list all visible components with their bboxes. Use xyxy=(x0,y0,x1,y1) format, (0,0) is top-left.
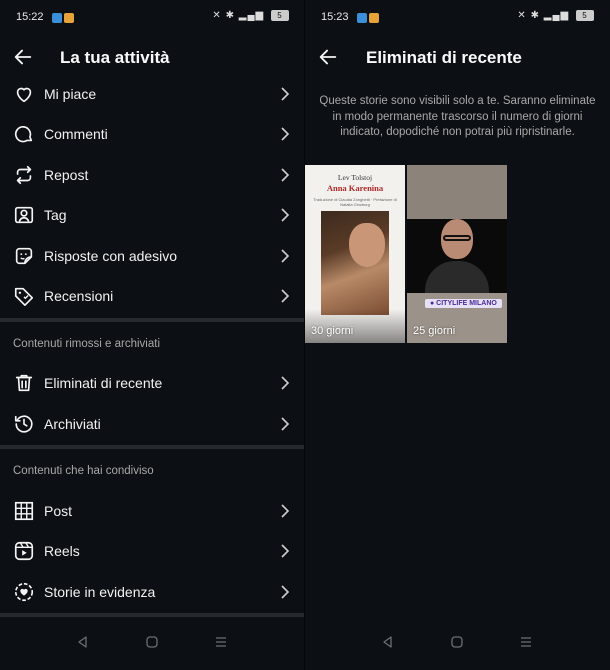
system-icons: ✕ ✱ ▂▄▆ 5 xyxy=(517,10,594,21)
chevron-right-icon xyxy=(281,585,290,599)
page-title: Eliminati di recente xyxy=(366,48,522,67)
app-notification-icon xyxy=(64,13,74,24)
nav-menu-icon[interactable] xyxy=(213,634,229,650)
highlights-icon xyxy=(14,582,34,602)
chevron-right-icon xyxy=(281,417,290,431)
chevron-right-icon xyxy=(281,504,290,518)
chevron-right-icon xyxy=(281,249,290,263)
menu-item-label: Post xyxy=(44,503,73,519)
repost-icon xyxy=(16,165,32,185)
nav-home-icon[interactable] xyxy=(449,634,465,650)
activity-screen: 15:22 ✕ ✱ ▂▄▆ 5 La tua attività Mi piace… xyxy=(0,0,305,670)
system-nav-bar xyxy=(0,618,305,670)
mute-icon: ✕ xyxy=(517,10,527,22)
notification-icons xyxy=(52,12,76,24)
chevron-right-icon xyxy=(281,289,290,303)
status-bar: 15:23 ✕ ✱ ▂▄▆ 5 xyxy=(321,10,594,26)
menu-item-label: Eliminati di recente xyxy=(44,375,163,391)
chevron-right-icon xyxy=(281,168,290,182)
menu-item-sticker-replies[interactable]: Risposte con adesivo xyxy=(0,237,305,277)
signal-icon: ▂▄▆ xyxy=(543,10,570,22)
menu-item-label: Reels xyxy=(44,543,80,559)
chevron-right-icon xyxy=(281,87,290,101)
book-title: Anna Karenina xyxy=(326,183,384,193)
heart-icon xyxy=(16,87,32,103)
menu-item-label: Tag xyxy=(44,207,67,223)
grid-icon xyxy=(14,501,34,521)
menu-item-label: Archiviati xyxy=(44,416,101,432)
comment-icon xyxy=(14,126,33,143)
menu-item-reels[interactable]: Reels xyxy=(0,532,305,572)
menu-item-comments[interactable]: Commenti xyxy=(0,115,305,155)
header: La tua attività xyxy=(0,44,305,72)
bluetooth-icon: ✱ xyxy=(530,10,540,22)
page-title: La tua attività xyxy=(60,48,170,67)
story-background xyxy=(407,165,507,219)
section-divider xyxy=(0,613,305,617)
archive-clock-icon xyxy=(14,415,33,433)
system-icons: ✕ ✱ ▂▄▆ 5 xyxy=(212,10,289,21)
nav-menu-icon[interactable] xyxy=(518,634,534,650)
mute-icon: ✕ xyxy=(212,10,222,22)
chevron-right-icon xyxy=(281,127,290,141)
book-subtitle: Traduzione di Claudia Zonghetti · Prefaz… xyxy=(313,197,397,207)
sticker-icon xyxy=(15,247,33,265)
glasses-graphic xyxy=(443,235,471,241)
chevron-right-icon xyxy=(281,208,290,222)
nav-back-icon[interactable] xyxy=(380,634,396,650)
recently-deleted-screen: 15:23 ✕ ✱ ▂▄▆ 5 Eliminati di recente Que… xyxy=(305,0,610,670)
header: Eliminati di recente xyxy=(305,44,610,72)
system-nav-bar xyxy=(305,618,610,670)
app-notification-icon xyxy=(52,13,62,24)
menu-item-likes[interactable]: Mi piace xyxy=(0,75,305,115)
menu-item-archived[interactable]: Archiviati xyxy=(0,405,305,445)
review-tag-icon xyxy=(14,287,34,306)
section-divider xyxy=(0,318,305,322)
status-bar: 15:22 ✕ ✱ ▂▄▆ 5 xyxy=(16,10,289,26)
menu-item-label: Storie in evidenza xyxy=(44,584,156,600)
section-divider xyxy=(0,445,305,449)
menu-item-recently-deleted[interactable]: Eliminati di recente xyxy=(0,364,305,404)
menu-item-label: Repost xyxy=(44,167,89,183)
app-notification-icon xyxy=(357,13,367,24)
menu-item-highlights[interactable]: Storie in evidenza xyxy=(0,573,305,613)
reels-icon xyxy=(14,541,34,561)
battery-icon: 5 xyxy=(576,10,594,21)
portrait-image xyxy=(349,223,385,267)
book-author: Lev Tolstoj xyxy=(337,173,373,182)
menu-item-label: Commenti xyxy=(44,126,108,142)
back-arrow-icon[interactable] xyxy=(317,46,339,68)
signal-icon: ▂▄▆ xyxy=(238,10,265,22)
app-notification-icon xyxy=(369,13,379,24)
section-title-shared: Contenuti che hai condiviso xyxy=(13,465,154,477)
chevron-right-icon xyxy=(281,544,290,558)
days-remaining: 30 giorni xyxy=(311,325,354,337)
status-time: 15:23 xyxy=(321,11,349,23)
notification-icons xyxy=(357,12,381,24)
nav-home-icon[interactable] xyxy=(144,634,160,650)
deleted-story-thumbnail[interactable]: Lev Tolstoj Anna Karenina Traduzione di … xyxy=(305,165,405,343)
tag-user-icon xyxy=(14,206,34,224)
bluetooth-icon: ✱ xyxy=(225,10,235,22)
info-text: Queste storie sono visibili solo a te. S… xyxy=(319,95,596,138)
menu-item-label: Mi piace xyxy=(44,86,97,102)
menu-item-repost[interactable]: Repost xyxy=(0,156,305,196)
status-time: 15:22 xyxy=(16,11,44,23)
menu-item-posts[interactable]: Post xyxy=(0,492,305,532)
battery-icon: 5 xyxy=(271,10,289,21)
menu-item-reviews[interactable]: Recensioni xyxy=(0,277,305,317)
chevron-right-icon xyxy=(281,376,290,390)
menu-item-tag[interactable]: Tag xyxy=(0,196,305,236)
nav-back-icon[interactable] xyxy=(75,634,91,650)
menu-item-label: Risposte con adesivo xyxy=(44,248,178,264)
deleted-story-thumbnail[interactable]: ● CITYLIFE MILANO 25 giorni xyxy=(407,165,507,343)
days-remaining: 25 giorni xyxy=(413,325,456,337)
trash-icon xyxy=(15,374,33,392)
location-sticker: ● CITYLIFE MILANO xyxy=(425,299,502,308)
menu-item-label: Recensioni xyxy=(44,288,114,304)
back-arrow-icon[interactable] xyxy=(12,46,34,68)
section-title-removed-archived: Contenuti rimossi e archiviati xyxy=(13,338,161,350)
